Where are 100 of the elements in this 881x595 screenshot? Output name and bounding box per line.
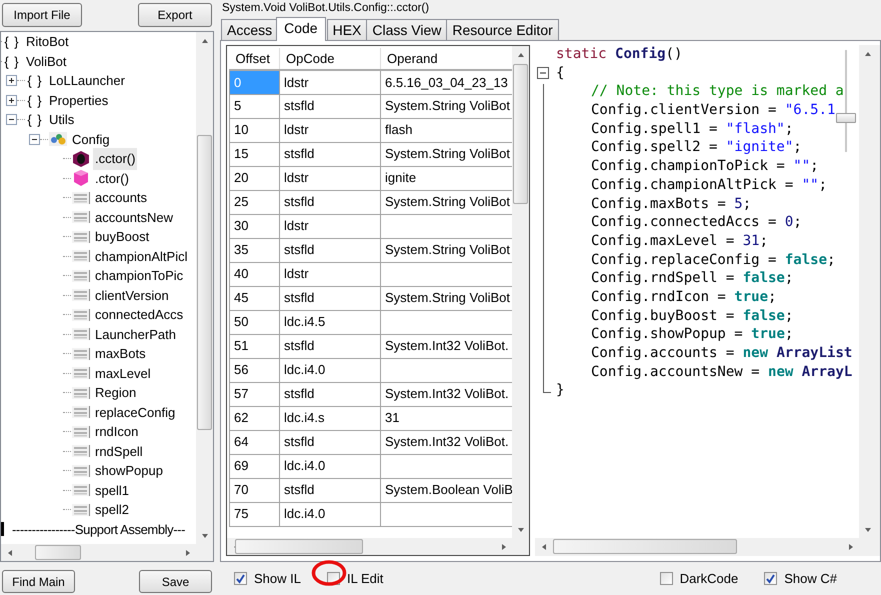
tab[interactable]: Resource Editor xyxy=(446,19,559,40)
table-cell[interactable]: 45 xyxy=(230,286,280,310)
tree-item[interactable]: Properties xyxy=(47,90,110,111)
tree-item[interactable]: .ctor() xyxy=(93,168,131,189)
tab[interactable]: HEX xyxy=(326,19,368,40)
table-cell[interactable]: 40 xyxy=(230,262,280,286)
tree-item[interactable]: Utils xyxy=(47,109,76,130)
table-cell[interactable]: stsfld xyxy=(280,382,380,406)
table-cell[interactable]: 35 xyxy=(230,238,280,262)
column-header[interactable]: Operand xyxy=(380,48,512,70)
tree-item[interactable]: Config xyxy=(70,128,112,150)
table-cell[interactable]: ldstr xyxy=(280,70,380,94)
tab[interactable]: Code xyxy=(276,17,326,41)
table-cell[interactable]: ldstr xyxy=(280,166,380,190)
vertical-scrollbar[interactable] xyxy=(859,45,880,538)
tree-item[interactable]: LoLLauncher xyxy=(47,70,127,92)
tree-item[interactable]: accountsNew xyxy=(93,206,176,228)
table-cell[interactable]: 10 xyxy=(230,118,280,142)
table-cell[interactable]: 15 xyxy=(230,142,280,166)
tree-item[interactable]: connectedAccs xyxy=(93,304,186,326)
tree-item[interactable]: championToPic xyxy=(93,265,186,286)
collapse-icon[interactable] xyxy=(6,114,17,126)
find-main-button[interactable]: Find Main xyxy=(2,570,75,593)
tree-item[interactable]: maxLevel xyxy=(93,362,153,384)
table-cell[interactable]: stsfld xyxy=(280,142,380,166)
table-cell[interactable]: 69 xyxy=(230,454,280,478)
tree-item[interactable]: RitoBot xyxy=(24,32,71,52)
table-cell[interactable]: stsfld xyxy=(280,334,380,358)
scrollbar-thumb[interactable] xyxy=(197,135,212,430)
column-header[interactable]: OpCode xyxy=(280,48,380,70)
table-cell[interactable]: 56 xyxy=(230,358,280,382)
table-cell[interactable]: ldc.i4.0 xyxy=(280,502,380,526)
scrollbar-thumb[interactable] xyxy=(513,64,528,204)
vertical-scrollbar[interactable] xyxy=(196,32,213,544)
table-cell[interactable]: stsfld xyxy=(280,478,380,502)
horizontal-scrollbar[interactable] xyxy=(227,538,512,555)
tree-item[interactable]: VoliBot xyxy=(24,50,68,72)
collapse-icon[interactable] xyxy=(537,66,549,79)
horizontal-scrollbar[interactable] xyxy=(1,544,196,561)
table-cell[interactable]: ldstr xyxy=(280,118,380,142)
table-cell[interactable]: stsfld xyxy=(280,286,380,310)
tree-item[interactable]: .cctor() xyxy=(93,148,138,170)
tree-item[interactable]: maxBots xyxy=(93,343,148,364)
table-cell[interactable]: stsfld xyxy=(280,190,380,214)
checkbox[interactable]: IL Edit xyxy=(326,568,384,588)
tree-item[interactable]: championAltPicl xyxy=(93,246,190,267)
zoom-slider[interactable] xyxy=(836,50,856,152)
tree-item[interactable]: spell2 xyxy=(93,499,131,520)
tab[interactable]: Class View xyxy=(366,19,448,40)
export-button[interactable]: Export xyxy=(138,3,212,27)
tree-item[interactable]: rndSpell xyxy=(93,440,145,462)
tree-item[interactable]: rndIcon xyxy=(93,421,140,442)
table-cell[interactable]: 62 xyxy=(230,406,280,430)
code-line: Config.clientVersion = "6.5.1 xyxy=(591,101,836,120)
table-cell[interactable]: stsfld xyxy=(280,238,380,262)
table-cell[interactable]: ldstr xyxy=(280,214,380,238)
tree-item[interactable]: spell1 xyxy=(93,480,131,501)
namespace-icon: { } xyxy=(2,32,22,52)
field-icon xyxy=(71,268,91,284)
tree-item[interactable]: buyBoost xyxy=(93,226,152,248)
tab[interactable]: Access xyxy=(221,19,278,40)
import-file-button[interactable]: Import File xyxy=(2,3,82,27)
vertical-scrollbar[interactable] xyxy=(512,46,529,538)
checkbox[interactable]: DarkCode xyxy=(660,568,738,588)
collapse-icon[interactable] xyxy=(29,134,40,145)
code-line: Config.spell1 = "flash"; xyxy=(591,120,794,138)
tree-item[interactable]: LauncherPath xyxy=(93,324,178,345)
tree-item[interactable]: accounts xyxy=(93,187,150,208)
table-cell[interactable]: stsfld xyxy=(280,430,380,454)
table-cell[interactable]: 30 xyxy=(230,214,280,238)
table-cell[interactable]: ldc.i4.0 xyxy=(280,454,380,478)
checkbox[interactable]: Show IL xyxy=(234,568,301,588)
table-cell[interactable]: 50 xyxy=(230,310,280,334)
table-cell[interactable]: stsfld xyxy=(280,94,380,118)
column-header[interactable]: Offset xyxy=(230,48,280,70)
scrollbar-thumb[interactable] xyxy=(235,539,363,554)
expand-icon[interactable] xyxy=(6,94,17,106)
table-cell[interactable]: 64 xyxy=(230,430,280,454)
horizontal-scrollbar[interactable] xyxy=(535,538,859,556)
tree-item[interactable]: Region xyxy=(93,382,138,404)
separator-label[interactable]: ----------------Support Assembly--- xyxy=(10,518,188,540)
table-cell[interactable]: ldc.i4.0 xyxy=(280,358,380,382)
tree-item[interactable]: replaceConfig xyxy=(93,402,178,423)
tree-item[interactable]: showPopup xyxy=(93,460,165,482)
table-cell[interactable]: 70 xyxy=(230,478,280,502)
scrollbar-thumb[interactable] xyxy=(553,539,737,554)
checkbox[interactable]: Show C# xyxy=(764,568,837,588)
table-cell[interactable]: 57 xyxy=(230,382,280,406)
table-cell[interactable]: 20 xyxy=(230,166,280,190)
save-button[interactable]: Save xyxy=(139,570,212,593)
table-cell[interactable]: 75 xyxy=(230,502,280,526)
expand-icon[interactable] xyxy=(6,75,17,86)
table-cell[interactable]: ldstr xyxy=(280,262,380,286)
tree-item[interactable]: clientVersion xyxy=(93,284,171,306)
table-cell[interactable]: 5 xyxy=(230,94,280,118)
table-cell[interactable]: 25 xyxy=(230,190,280,214)
table-cell[interactable]: ldc.i4.s xyxy=(280,406,380,430)
table-cell[interactable]: ldc.i4.5 xyxy=(280,310,380,334)
scrollbar-thumb[interactable] xyxy=(35,545,81,560)
table-cell[interactable]: 51 xyxy=(230,334,280,358)
